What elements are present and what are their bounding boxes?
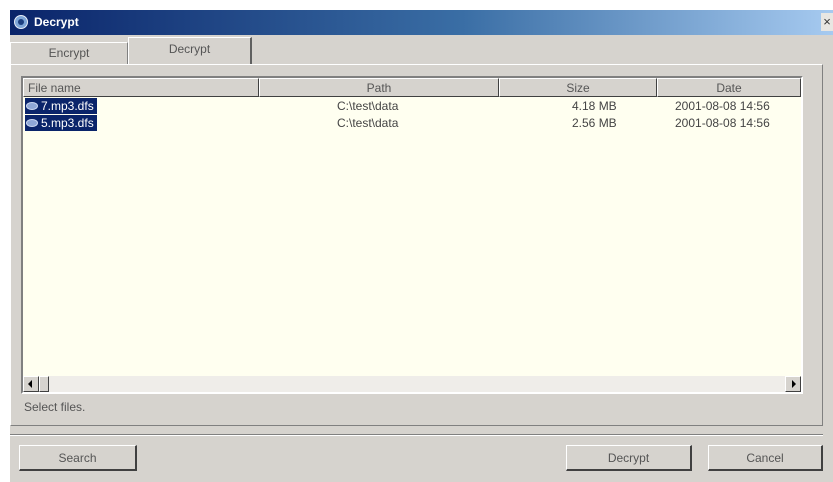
status-text: Select files. [24,400,86,414]
encrypted-file-icon [26,102,38,110]
table-row[interactable]: 5.mp3.dfs C:\test\data 2.56 MB 2001-08-0… [23,115,801,131]
divider [10,434,823,436]
app-icon [14,15,28,29]
scroll-left-button[interactable] [23,376,39,392]
tab-encrypt[interactable]: Encrypt [10,42,128,64]
title-bar[interactable]: Decrypt × [10,10,833,35]
column-header-path[interactable]: Path [259,78,499,97]
file-list[interactable]: File name Path Size Date 7.mp3.dfs C:\te… [21,76,803,394]
horizontal-scrollbar[interactable] [23,376,801,392]
column-header-file-name[interactable]: File name [23,78,259,97]
search-button[interactable]: Search [19,445,137,471]
column-header-date[interactable]: Date [657,78,801,97]
scrollbar-thumb[interactable] [39,376,49,392]
scroll-right-button[interactable] [785,376,801,392]
decrypt-button[interactable]: Decrypt [566,445,692,471]
list-header: File name Path Size Date [23,78,801,97]
path-cell: C:\test\data [337,99,399,113]
file-name-cell[interactable]: 7.mp3.dfs [25,98,97,114]
selected-file-name[interactable]: 7.mp3.dfs [25,98,97,114]
close-icon[interactable]: × [821,13,833,31]
arrow-left-icon [28,380,32,388]
table-row[interactable]: 7.mp3.dfs C:\test\data 4.18 MB 2001-08-0… [23,98,801,114]
cancel-button[interactable]: Cancel [708,445,823,471]
file-name-text: 7.mp3.dfs [41,99,94,113]
encrypted-file-icon [26,119,38,127]
selected-file-name[interactable]: 5.mp3.dfs [25,115,97,131]
date-cell: 2001-08-08 14:56 [675,99,770,113]
tab-decrypt[interactable]: Decrypt [128,37,252,65]
file-name-cell[interactable]: 5.mp3.dfs [25,115,97,131]
arrow-right-icon [792,380,796,388]
column-header-size[interactable]: Size [499,78,657,97]
size-cell: 2.56 MB [572,116,617,130]
file-name-text: 5.mp3.dfs [41,116,94,130]
window-title: Decrypt [34,15,79,29]
size-cell: 4.18 MB [572,99,617,113]
date-cell: 2001-08-08 14:56 [675,116,770,130]
path-cell: C:\test\data [337,116,399,130]
